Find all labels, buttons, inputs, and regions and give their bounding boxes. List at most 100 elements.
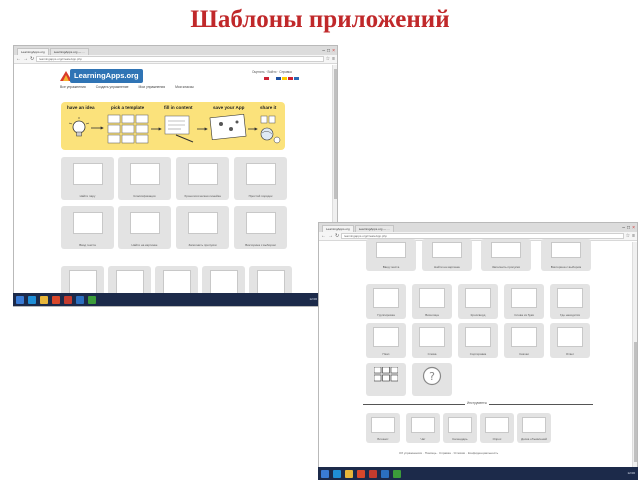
template-thumbnail [373, 327, 399, 347]
template-tile[interactable]: Ответ [550, 323, 590, 358]
back-icon[interactable]: ← [16, 56, 21, 62]
template-tile[interactable]: Найти пару [61, 157, 114, 200]
taskbar-clock[interactable]: 12:00 [627, 471, 638, 476]
scrollbar-thumb[interactable] [634, 342, 637, 462]
address-bar[interactable]: learningapps.org/createApp.php [36, 56, 324, 62]
excel-icon[interactable] [88, 295, 96, 304]
nav-my-apps[interactable]: Мои упражнения [139, 85, 166, 89]
scrollbar-thumb[interactable] [334, 69, 337, 199]
taskbar: 12:00 [13, 293, 320, 306]
reload-icon[interactable]: ↻ [335, 233, 339, 239]
template-tile[interactable]: Кроссворд [458, 284, 498, 319]
nav-create-app[interactable]: Создать упражнение [96, 85, 129, 89]
firefox-icon[interactable] [52, 295, 60, 304]
template-tile[interactable]: Виселица [412, 284, 452, 319]
tool-caption: Блокнот [377, 436, 389, 441]
template-tile[interactable]: Сортировка [458, 323, 498, 358]
user-links[interactable]: Оценить · Войти · Справка [252, 70, 292, 74]
maximize-icon[interactable]: □ [327, 47, 330, 55]
template-caption: Викторина с выбором [550, 264, 582, 269]
star-icon[interactable]: ☆ [626, 233, 630, 239]
template-tile[interactable]: ? [412, 363, 452, 396]
template-tile[interactable]: Найти на картинке [422, 239, 472, 271]
template-tile[interactable]: Ввод текста [61, 206, 114, 249]
forward-icon[interactable]: → [23, 56, 28, 62]
template-caption: Найти на картинке [434, 264, 460, 269]
template-tile[interactable]: Слова [412, 323, 452, 358]
excel-icon[interactable] [393, 469, 401, 478]
tool-tile[interactable]: Чат [406, 413, 440, 443]
tool-tile[interactable]: Опрос [480, 413, 514, 443]
windows-start-icon[interactable] [16, 295, 24, 304]
forward-icon[interactable]: → [328, 233, 333, 239]
folder-icon[interactable] [40, 295, 48, 304]
template-caption: Скачки [519, 351, 529, 356]
browser-tab[interactable]: LearningApps.org [17, 48, 49, 55]
template-tile[interactable]: Заполнить пропуски [481, 239, 531, 271]
ie-icon[interactable] [333, 469, 341, 478]
reload-icon[interactable]: ↻ [30, 56, 34, 62]
powerpoint-icon[interactable] [369, 469, 377, 478]
template-tile[interactable]: Викторина с выбором [541, 239, 591, 271]
slide-title: Шаблоны приложений [190, 6, 450, 33]
banner-illustration [68, 113, 281, 144]
template-caption: Заполнить пропуски [188, 242, 217, 247]
footer-links[interactable]: Об упражнениях · Помощь · Справка · Усло… [399, 451, 498, 455]
flag-icon[interactable] [270, 77, 275, 80]
windows-start-icon[interactable] [321, 469, 329, 478]
template-thumbnail [187, 163, 218, 185]
menu-icon[interactable]: ≡ [332, 56, 335, 62]
flag-icon[interactable] [276, 77, 281, 80]
site-logo[interactable]: LearningApps.org [70, 69, 143, 83]
nav-all-apps[interactable]: Все упражнения [60, 85, 86, 89]
close-icon[interactable]: × [332, 47, 335, 55]
template-tile[interactable]: Пазл [366, 323, 406, 358]
template-tile[interactable]: Ввод текста [366, 239, 416, 271]
scrollbar[interactable] [632, 242, 637, 468]
flag-icon[interactable] [294, 77, 299, 80]
powerpoint-icon[interactable] [64, 295, 72, 304]
template-thumbnail [256, 270, 285, 294]
back-icon[interactable]: ← [321, 233, 326, 239]
nav-my-classes[interactable]: Мои классы [175, 85, 194, 89]
word-icon[interactable] [76, 295, 84, 304]
template-tile[interactable]: Заполнить пропуски [176, 206, 229, 249]
flag-icon[interactable] [264, 77, 269, 80]
template-tile[interactable]: Скачки [504, 323, 544, 358]
template-tile[interactable] [366, 363, 406, 396]
taskbar: 12:00 [318, 467, 638, 480]
template-tile[interactable]: Найти на картинке [118, 206, 171, 249]
template-tile[interactable]: Классификация [118, 157, 171, 200]
folder-icon[interactable] [345, 469, 353, 478]
template-tile[interactable]: Где находится [550, 284, 590, 319]
tool-tile[interactable]: Блокнот [366, 413, 400, 443]
minimize-icon[interactable]: – [622, 224, 625, 232]
flag-icon[interactable] [288, 77, 293, 80]
maximize-icon[interactable]: □ [627, 224, 630, 232]
menu-icon[interactable]: ≡ [632, 233, 635, 239]
tool-thumbnail [485, 417, 509, 433]
share-icon [260, 115, 281, 144]
template-thumbnail [209, 270, 238, 294]
browser-tab[interactable]: LearningApps.org — ... [49, 48, 89, 55]
template-tile[interactable]: Слова из букв [504, 284, 544, 319]
template-thumbnail [373, 288, 399, 308]
language-flags[interactable] [264, 77, 299, 80]
word-icon[interactable] [381, 469, 389, 478]
template-tile[interactable]: Простой порядок [234, 157, 287, 200]
minimize-icon[interactable]: – [322, 47, 325, 55]
template-tile[interactable]: Хронологическая линейка [176, 157, 229, 200]
template-tile[interactable]: Викторина с выбором [234, 206, 287, 249]
browser-tab[interactable]: LearningApps.org — ... [354, 225, 394, 232]
template-caption: Викторина с выбором [245, 242, 276, 247]
flag-icon[interactable] [282, 77, 287, 80]
tool-tile[interactable]: Календарь [443, 413, 477, 443]
firefox-icon[interactable] [357, 469, 365, 478]
browser-tab[interactable]: LearningApps.org [322, 225, 354, 232]
template-thumbnail [115, 270, 144, 294]
template-tile[interactable]: Группировка [366, 284, 406, 319]
star-icon[interactable]: ☆ [326, 56, 330, 62]
tool-tile[interactable]: Доска объявлений [517, 413, 551, 443]
close-icon[interactable]: × [632, 224, 635, 232]
ie-icon[interactable] [28, 295, 36, 304]
